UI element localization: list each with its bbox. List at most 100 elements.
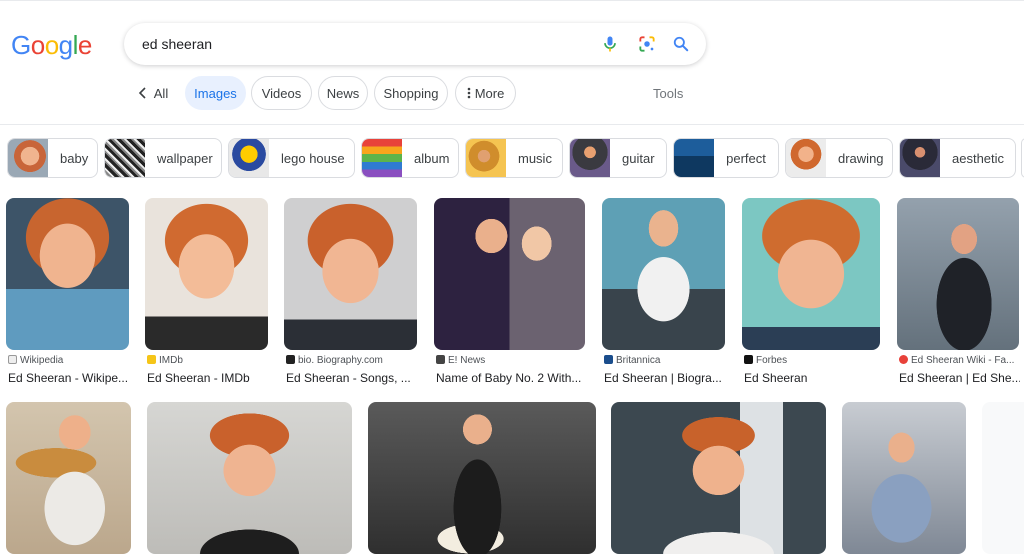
chip-label: music [518,150,552,166]
result-source-text: Ed Sheeran Wiki - Fa... [911,355,1015,366]
more-vert-icon [467,87,470,99]
image-result[interactable] [611,402,826,554]
chip-guitar[interactable]: guitar [569,138,667,178]
result-image[interactable] [6,198,129,350]
image-result[interactable]: Forbes Ed Sheeran [742,198,881,388]
result-title[interactable]: Ed Sheeran | Biogra... [604,371,726,385]
image-result[interactable] [6,402,131,554]
image-result[interactable]: Ed Sheeran Wiki - Fa... Ed Sheeran | Ed … [897,198,1020,388]
enews-icon [436,355,445,364]
search-input[interactable]: ed sheeran [142,36,212,52]
image-result[interactable] [368,402,596,554]
result-image[interactable] [434,198,585,350]
image-result[interactable]: Wikipedia Ed Sheeran - Wikipe... [6,198,130,388]
search-box[interactable]: ed sheeran [124,23,706,65]
chip-label: aesthetic [952,150,1005,166]
chip-baby[interactable]: baby [7,138,98,178]
image-result[interactable] [842,402,966,554]
imdb-icon [147,355,156,364]
image-result[interactable]: Britannica Ed Sheeran | Biogra... [602,198,726,388]
result-title[interactable]: Ed Sheeran - Songs, ... [286,371,418,385]
result-title[interactable]: Ed Sheeran [744,371,881,385]
wikipedia-icon [8,355,17,364]
chip-album[interactable]: album [361,138,459,178]
image-result[interactable]: IMDb Ed Sheeran - IMDb [145,198,269,388]
result-image[interactable] [602,198,725,350]
forbes-icon [744,355,753,364]
fandom-icon [899,355,908,364]
tab-all-label: All [153,85,169,101]
image-result[interactable]: bio. Biography.com Ed Sheeran - Songs, .… [284,198,418,388]
result-title[interactable]: Ed Sheeran - Wikipe... [8,371,130,385]
search-icon[interactable] [671,34,691,54]
lens-icon[interactable] [637,34,657,54]
chip-thumbnail [900,139,940,177]
chip-lego-house[interactable]: lego house [228,138,355,178]
result-source: bio. Biography.com [286,355,418,366]
chip-label: drawing [838,150,884,166]
result-source: Forbes [744,355,881,366]
logo-letter: o [44,30,59,60]
result-source-text: Wikipedia [20,355,64,366]
tab-videos-label: Videos [261,85,302,101]
tab-all[interactable]: All [132,76,174,110]
tab-images-label: Images [194,85,237,101]
top-border [0,0,1024,1]
result-source-text: IMDb [159,355,183,366]
tab-videos[interactable]: Videos [251,76,312,110]
tab-news[interactable]: News [318,76,368,110]
result-source: Wikipedia [8,355,130,366]
chip-thumbnail [362,139,402,177]
result-image[interactable] [842,402,966,554]
result-source-text: Britannica [616,355,661,366]
result-source-text: E! News [448,355,486,366]
microphone-icon[interactable] [600,34,620,54]
chip-wallpaper[interactable]: wallpaper [104,138,222,178]
result-source-text: Forbes [756,355,788,366]
tab-shopping[interactable]: Shopping [374,76,448,110]
result-source-text: bio. Biography.com [298,355,383,366]
tab-news-label: News [326,85,360,101]
image-result[interactable] [147,402,352,554]
image-result[interactable]: E! News Name of Baby No. 2 With... [434,198,586,388]
result-image[interactable] [982,402,1024,554]
logo-letter: G [11,30,31,60]
tab-more[interactable]: More [455,76,516,110]
chip-thumbnail [8,139,48,177]
chip-label: album [414,150,450,166]
result-image[interactable] [611,402,826,554]
tab-more-label: More [474,85,505,101]
result-title[interactable]: Ed Sheeran - IMDb [147,371,269,385]
result-image[interactable] [368,402,596,554]
chip-drawing[interactable]: drawing [785,138,893,178]
biography-icon [286,355,295,364]
result-title[interactable]: Name of Baby No. 2 With... [436,371,586,385]
result-image[interactable] [284,198,417,350]
google-logo[interactable]: Google [11,30,92,61]
result-source: Britannica [604,355,726,366]
result-image[interactable] [897,198,1019,350]
header-divider [0,124,1024,125]
result-source: Ed Sheeran Wiki - Fa... [899,355,1020,366]
tab-images[interactable]: Images [185,76,246,110]
chip-label: lego house [281,150,345,166]
chip-aesthetic[interactable]: aesthetic [899,138,1016,178]
search-tabs: All Images Videos News Shopping More Too… [0,76,1024,110]
image-result-placeholder[interactable] [982,402,1024,554]
result-image[interactable] [6,402,131,554]
logo-letter: g [58,30,73,60]
result-image[interactable] [145,198,268,350]
result-source: IMDb [147,355,269,366]
logo-letter: o [30,30,45,60]
result-image[interactable] [147,402,352,554]
chevron-left-icon [138,87,146,99]
tools-button[interactable]: Tools [653,86,683,101]
result-image[interactable] [742,198,880,350]
chip-thumbnail [674,139,714,177]
chip-music[interactable]: music [465,138,563,178]
chip-label: baby [60,150,89,166]
chip-label: wallpaper [157,150,213,166]
chip-perfect[interactable]: perfect [673,138,779,178]
result-title[interactable]: Ed Sheeran | Ed She... [899,371,1020,385]
chip-label: perfect [726,150,766,166]
